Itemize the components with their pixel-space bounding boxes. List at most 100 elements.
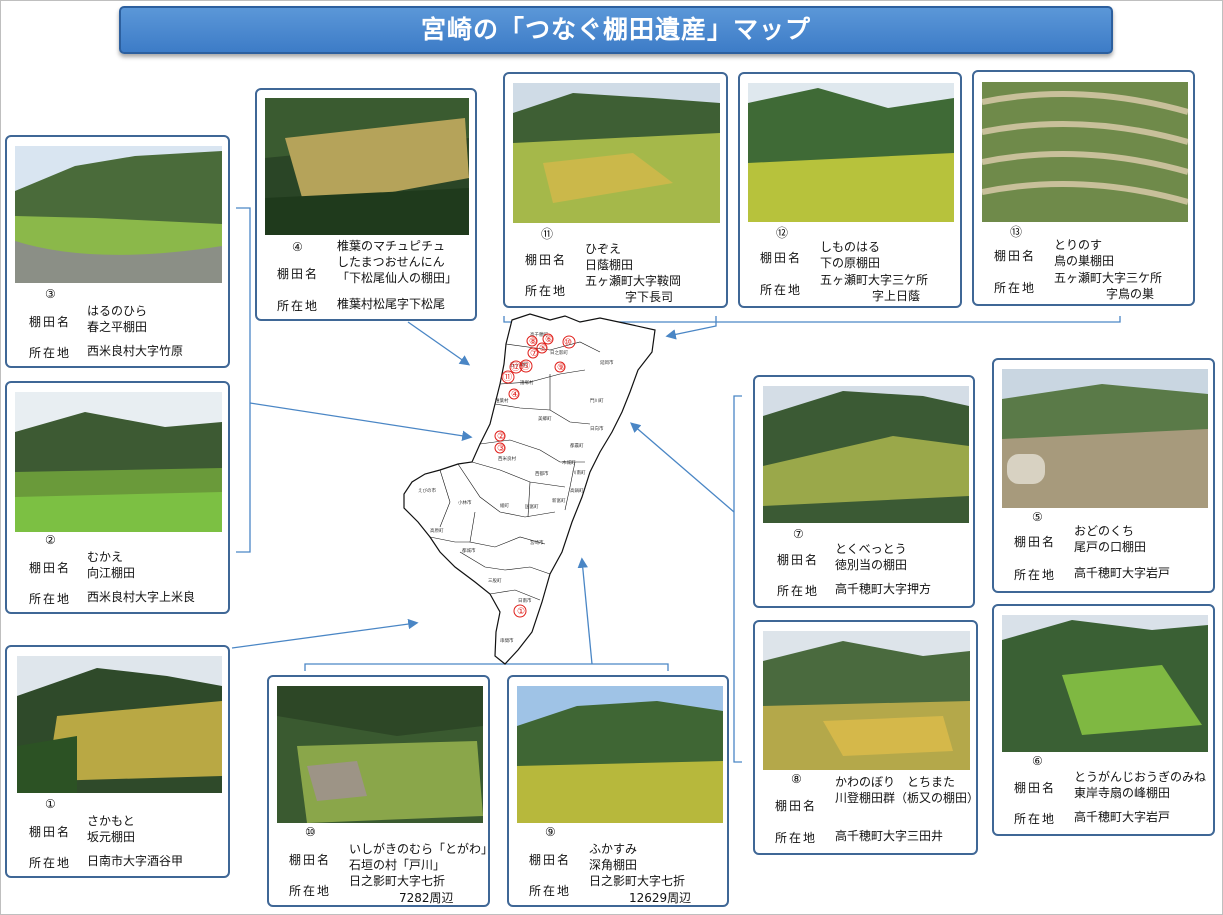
photo-terrace-3 — [15, 146, 222, 283]
page-title: 宮崎の「つなぐ棚田遺産」マップ — [119, 6, 1113, 54]
photo-terrace-9 — [517, 686, 723, 823]
svg-text:綾町: 綾町 — [500, 502, 509, 509]
location-label: 所在地 — [775, 831, 818, 845]
location-value: 西米良村大字竹原 — [87, 344, 184, 358]
marker-1[interactable]: ① — [517, 607, 525, 617]
card-7[interactable]: ⑦ 棚田名 とくべっとう 徳別当の棚田 所在地 高千穂町大字押方 — [753, 375, 975, 608]
svg-text:木城町: 木城町 — [562, 459, 576, 466]
marker-8[interactable]: ⑧ — [529, 337, 537, 347]
card-number: ⑥ — [1032, 754, 1043, 768]
card-8[interactable]: ⑧ 棚田名 かわのぼり とちまた 川登棚田群（栃又の棚田） 所在地 高千穂町大字三… — [753, 620, 979, 855]
card-number: ⑨ — [545, 825, 556, 839]
marker-5[interactable]: ⑤ — [539, 344, 547, 354]
marker-3[interactable]: ③ — [497, 444, 505, 454]
card-number: ⑩ — [305, 825, 316, 839]
card-1[interactable]: ① 棚田名 さかもと 坂元棚田 所在地 日南市大字酒谷甲 — [5, 645, 230, 878]
photo-terrace-13 — [982, 82, 1188, 222]
photo-terrace-5 — [1002, 369, 1208, 508]
svg-text:宮崎市: 宮崎市 — [530, 539, 544, 546]
location-value: 五ヶ瀬町大字鞍岡 字下長司 — [585, 274, 682, 304]
location-value: 高千穂町大字押方 — [835, 582, 932, 596]
card-9[interactable]: ⑨ 棚田名 ふかすみ 深角棚田 日之影町大字七折 所在地 12629周辺 — [507, 675, 729, 907]
svg-text:国富町: 国富町 — [525, 503, 539, 510]
svg-text:高鍋町: 高鍋町 — [570, 487, 584, 494]
svg-text:日南市: 日南市 — [518, 597, 532, 604]
name-values: しものはる 下の原棚田 — [820, 240, 881, 270]
svg-text:都城市: 都城市 — [462, 547, 476, 554]
svg-text:串間市: 串間市 — [500, 637, 514, 644]
card-number: ② — [45, 533, 56, 547]
photo-terrace-1 — [17, 656, 222, 793]
name-label: 棚田名 — [1014, 781, 1057, 795]
name-values: はるのひら 春之平棚田 — [87, 304, 148, 334]
location-value: 高千穂町大字岩戸 — [1074, 810, 1171, 824]
card-number: ④ — [292, 240, 303, 254]
location-label: 所在地 — [1014, 568, 1057, 582]
name-label: 棚田名 — [777, 553, 820, 567]
location-value: 高千穂町大字三田井 — [835, 829, 944, 843]
svg-text:椎葉村: 椎葉村 — [495, 397, 509, 404]
card-12[interactable]: ⑫ 棚田名 しものはる 下の原棚田 所在地 五ヶ瀬町大字三ケ所 字上日蔭 — [738, 72, 962, 308]
location-label: 所在地 — [994, 281, 1037, 295]
svg-text:日之影町: 日之影町 — [550, 349, 568, 356]
location-label: 所在地 — [760, 283, 803, 297]
card-11[interactable]: ⑪ 棚田名 ひぞえ 日蔭棚田 所在地 五ヶ瀬町大字鞍岡 字下長司 — [503, 72, 728, 308]
card-number: ⑧ — [791, 772, 802, 786]
name-values: さかもと 坂元棚田 — [87, 814, 136, 844]
card-4[interactable]: ④ 棚田名 椎葉のマチュピチュ したまつおせんにん 「下松尾仙人の棚田」 所在地 椎… — [255, 88, 477, 321]
svg-text:新富町: 新富町 — [552, 497, 566, 504]
card-2[interactable]: ② 棚田名 むかえ 向江棚田 所在地 西米良村大字上米良 — [5, 381, 230, 614]
svg-text:延岡市: 延岡市 — [600, 359, 614, 366]
svg-text:小林市: 小林市 — [458, 499, 472, 506]
location-label: 所在地 — [29, 856, 72, 870]
name-label: 棚田名 — [289, 853, 332, 867]
name-values: ふかすみ 深角棚田 日之影町大字七折 — [589, 842, 686, 888]
marker-10[interactable]: ⑩ — [564, 338, 572, 348]
location-value: 椎葉村松尾字下松尾 — [337, 297, 446, 311]
name-values: いしがきのむら「とがわ」 石垣の村「戸川」 日之影町大字七折 — [349, 842, 494, 888]
card-10[interactable]: ⑩ 棚田名 いしがきのむら「とがわ」 石垣の村「戸川」 日之影町大字七折 所在地 7… — [267, 675, 494, 907]
location-label: 所在地 — [1014, 812, 1057, 826]
miyazaki-map: 高千穂町 日之影町 五ヶ瀬町 延岡市 諸塚村 椎葉村 門川町 美郷町 日向市 西… — [400, 312, 670, 672]
svg-text:高原町: 高原町 — [430, 527, 444, 534]
svg-text:川南町: 川南町 — [572, 469, 586, 476]
location-label: 所在地 — [777, 584, 820, 598]
card-6[interactable]: ⑥ 棚田名 とうがんじおうぎのみね 東岸寺扇の峰棚田 所在地 高千穂町大字岩戸 — [992, 604, 1215, 836]
location-value: 五ヶ瀬町大字三ケ所 字上日蔭 — [820, 273, 929, 303]
name-values: とうがんじおうぎのみね 東岸寺扇の峰棚田 — [1074, 770, 1207, 800]
name-label: 棚田名 — [277, 267, 320, 281]
photo-terrace-4 — [265, 98, 469, 235]
photo-terrace-11 — [513, 83, 720, 223]
marker-13[interactable]: ⑬ — [521, 361, 530, 372]
svg-text:門川町: 門川町 — [590, 398, 604, 404]
name-label: 棚田名 — [525, 253, 568, 267]
marker-11[interactable]: ⑪ — [503, 372, 512, 383]
marker-2[interactable]: ② — [497, 432, 505, 442]
marker-6[interactable]: ⑥ — [545, 335, 553, 345]
name-label: 棚田名 — [529, 853, 572, 867]
name-label: 棚田名 — [760, 251, 803, 265]
marker-4[interactable]: ④ — [511, 390, 519, 400]
card-13[interactable]: ⑬ 棚田名 とりのす 鳥の巣棚田 所在地 五ヶ瀬町大字三ケ所 字鳥の巣 — [972, 70, 1195, 306]
marker-12[interactable]: ⑫ — [511, 362, 520, 373]
photo-terrace-8 — [763, 631, 970, 770]
card-number: ⑤ — [1032, 510, 1043, 524]
card-5[interactable]: ⑤ 棚田名 おどのくち 尾戸の口棚田 所在地 高千穂町大字岩戸 — [992, 358, 1215, 593]
svg-text:三股町: 三股町 — [488, 578, 502, 584]
marker-9[interactable]: ⑨ — [557, 363, 565, 373]
location-label: 所在地 — [289, 884, 332, 898]
card-number: ③ — [45, 287, 56, 301]
marker-7[interactable]: ⑦ — [530, 349, 538, 359]
photo-terrace-12 — [748, 83, 954, 222]
name-values: とくべっとう 徳別当の棚田 — [835, 542, 908, 572]
card-number: ⑫ — [776, 226, 789, 240]
name-label: 棚田名 — [1014, 535, 1057, 549]
location-value: 日南市大字酒谷甲 — [87, 854, 184, 868]
location-value: 五ヶ瀬町大字三ケ所 字鳥の巣 — [1054, 271, 1163, 301]
card-number: ⑬ — [1010, 225, 1023, 239]
location-value: 高千穂町大字岩戸 — [1074, 566, 1171, 580]
svg-text:諸塚村: 諸塚村 — [520, 379, 534, 386]
name-values: とりのす 鳥の巣棚田 — [1054, 238, 1115, 268]
photo-terrace-10 — [277, 686, 483, 823]
card-3[interactable]: ③ 棚田名 はるのひら 春之平棚田 所在地 西米良村大字竹原 — [5, 135, 230, 368]
